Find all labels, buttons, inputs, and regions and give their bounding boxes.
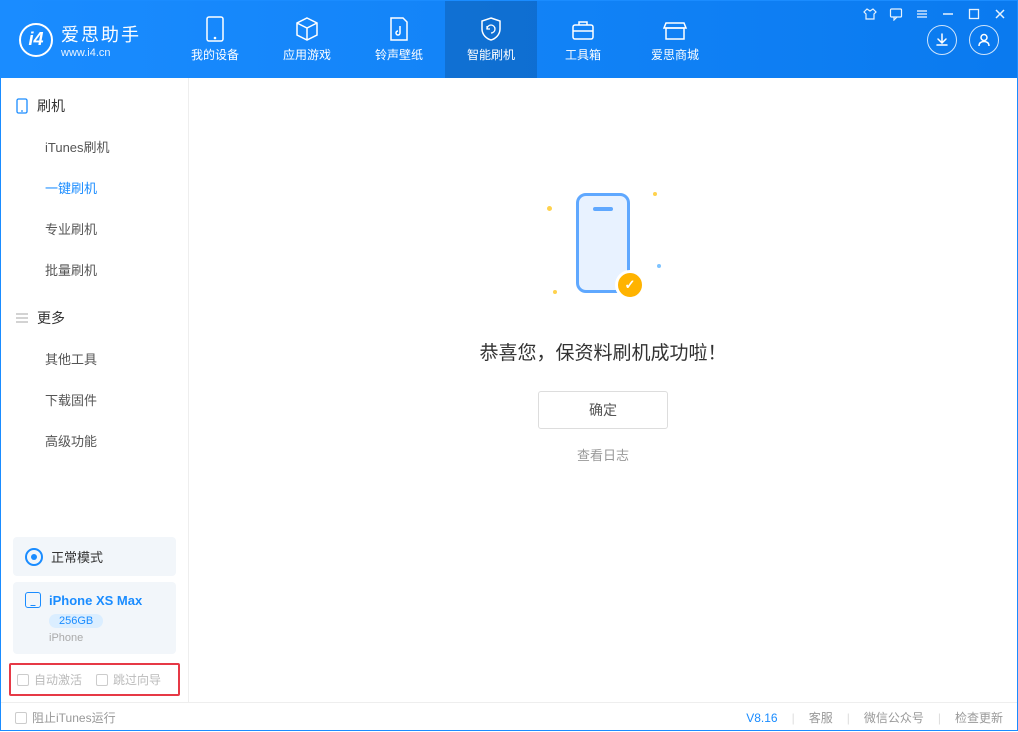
nav-ringtones-wallpapers[interactable]: 铃声壁纸 [353, 1, 445, 78]
body: 刷机 iTunes刷机 一键刷机 专业刷机 批量刷机 更多 其他工具 下载固件 … [1, 78, 1017, 702]
logo-icon: i4 [19, 23, 53, 57]
nav-toolbox[interactable]: 工具箱 [537, 1, 629, 78]
minimize-button[interactable] [939, 5, 957, 23]
music-file-icon [385, 17, 413, 41]
app-url: www.i4.cn [61, 47, 141, 59]
checkbox-label: 跳过向导 [113, 671, 161, 688]
nav-smart-flash[interactable]: 智能刷机 [445, 1, 537, 78]
device-block[interactable]: iPhone XS Max 256GB iPhone [13, 582, 176, 654]
cube-icon [293, 17, 321, 41]
footer-support-link[interactable]: 客服 [809, 709, 833, 726]
mode-block[interactable]: 正常模式 [13, 537, 176, 576]
checkbox-skip-guide[interactable]: 跳过向导 [96, 671, 161, 688]
window-controls [861, 5, 1009, 23]
nav-store[interactable]: 爱思商城 [629, 1, 721, 78]
group-title: 更多 [37, 308, 65, 328]
header: i4 爱思助手 www.i4.cn 我的设备 应用游戏 铃声壁纸 智能刷机 工具… [1, 1, 1017, 78]
checkbox-block-itunes[interactable]: 阻止iTunes运行 [15, 709, 116, 726]
nav-label: 工具箱 [565, 46, 601, 63]
version-label: V8.16 [746, 711, 777, 725]
footer-wechat-link[interactable]: 微信公众号 [864, 709, 924, 726]
view-log-link[interactable]: 查看日志 [189, 445, 1017, 464]
sidebar-item-pro-flash[interactable]: 专业刷机 [1, 208, 188, 249]
mode-label: 正常模式 [51, 547, 103, 566]
sidebar-item-itunes-flash[interactable]: iTunes刷机 [1, 126, 188, 167]
main-content: ✓ 恭喜您，保资料刷机成功啦！ 确定 查看日志 [189, 78, 1017, 702]
toolbox-icon [569, 17, 597, 41]
device-capacity: 256GB [49, 614, 103, 628]
nav-label: 智能刷机 [467, 46, 515, 63]
checkmark-icon: ✓ [615, 270, 645, 300]
sidebar: 刷机 iTunes刷机 一键刷机 专业刷机 批量刷机 更多 其他工具 下载固件 … [1, 78, 189, 702]
sidebar-item-batch-flash[interactable]: 批量刷机 [1, 249, 188, 290]
ok-button[interactable]: 确定 [538, 391, 668, 429]
phone-icon [15, 99, 29, 113]
download-button[interactable] [927, 25, 957, 55]
checkbox-auto-activate[interactable]: 自动激活 [17, 671, 82, 688]
sidebar-item-other-tools[interactable]: 其他工具 [1, 338, 188, 379]
shield-refresh-icon [477, 17, 505, 41]
logo-text: 爱思助手 www.i4.cn [61, 21, 141, 59]
separator: | [792, 711, 795, 725]
checkbox-label: 自动激活 [34, 671, 82, 688]
sidebar-item-oneclick-flash[interactable]: 一键刷机 [1, 167, 188, 208]
user-button[interactable] [969, 25, 999, 55]
feedback-icon[interactable] [887, 5, 905, 23]
options-row: 自动激活 跳过向导 [9, 663, 180, 696]
list-icon [15, 311, 29, 325]
device-type: iPhone [49, 632, 164, 644]
device-icon [201, 17, 229, 41]
sidebar-item-advanced[interactable]: 高级功能 [1, 420, 188, 461]
nav-label: 应用游戏 [283, 46, 331, 63]
separator: | [847, 711, 850, 725]
success-message: 恭喜您，保资料刷机成功啦！ [189, 338, 1017, 365]
nav-apps-games[interactable]: 应用游戏 [261, 1, 353, 78]
separator: | [938, 711, 941, 725]
device-name: iPhone XS Max [49, 593, 142, 608]
skin-icon[interactable] [861, 5, 879, 23]
sidebar-item-download-firmware[interactable]: 下载固件 [1, 379, 188, 420]
checkbox-label: 阻止iTunes运行 [32, 709, 116, 726]
menu-icon[interactable] [913, 5, 931, 23]
sidebar-group-flash: 刷机 [1, 78, 188, 126]
app-logo[interactable]: i4 爱思助手 www.i4.cn [19, 21, 141, 59]
footer-check-update-link[interactable]: 检查更新 [955, 709, 1003, 726]
mode-icon [25, 548, 43, 566]
nav-label: 爱思商城 [651, 46, 699, 63]
success-illustration: ✓ [543, 178, 663, 318]
nav-label: 我的设备 [191, 46, 239, 63]
footer: 阻止iTunes运行 V8.16 | 客服 | 微信公众号 | 检查更新 [1, 702, 1017, 732]
header-right [927, 25, 1007, 55]
group-title: 刷机 [37, 96, 65, 116]
store-icon [661, 17, 689, 41]
app-name: 爱思助手 [61, 21, 141, 47]
device-icon [25, 592, 41, 608]
top-nav: 我的设备 应用游戏 铃声壁纸 智能刷机 工具箱 爱思商城 [169, 1, 721, 78]
sidebar-group-more: 更多 [1, 290, 188, 338]
maximize-button[interactable] [965, 5, 983, 23]
nav-label: 铃声壁纸 [375, 46, 423, 63]
close-button[interactable] [991, 5, 1009, 23]
nav-my-device[interactable]: 我的设备 [169, 1, 261, 78]
